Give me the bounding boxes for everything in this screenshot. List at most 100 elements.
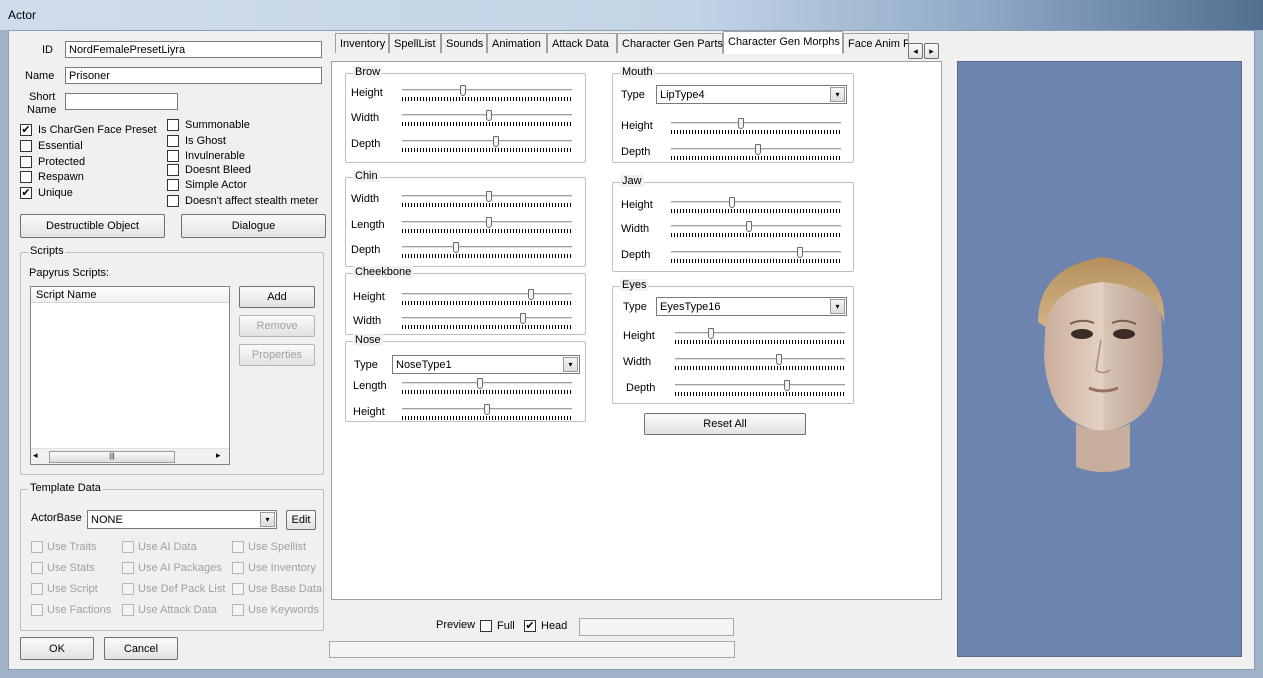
scroll-right-icon[interactable]: ▸ <box>216 450 228 461</box>
chevron-down-icon[interactable]: ▾ <box>260 512 275 527</box>
tab-spelllist[interactable]: SpellList <box>389 33 441 53</box>
unique-checkbox[interactable]: ✔ <box>20 187 32 199</box>
doesnt-bleed-checkbox[interactable] <box>167 164 179 176</box>
tab-face-anim[interactable]: Face Anim F <box>843 33 909 53</box>
preview-head-checkbox[interactable]: ✔ <box>524 620 536 632</box>
chin-width-slider[interactable] <box>402 191 572 209</box>
chin-depth-slider[interactable] <box>402 242 572 260</box>
chin-length-slider[interactable] <box>402 217 572 235</box>
name-field[interactable]: Prisoner <box>65 67 322 84</box>
slider-thumb[interactable] <box>754 144 761 155</box>
actorbase-dropdown[interactable]: NONE ▾ <box>87 510 277 529</box>
use-keywords-checkbox[interactable] <box>232 604 244 616</box>
slider-thumb[interactable] <box>746 221 753 232</box>
use-ai-packages-checkbox[interactable] <box>122 562 134 574</box>
use-script-checkbox[interactable] <box>31 583 43 595</box>
tab-character-gen-morphs[interactable]: Character Gen Morphs <box>723 31 843 54</box>
slider-thumb[interactable] <box>729 197 736 208</box>
tab-sounds[interactable]: Sounds <box>441 33 487 53</box>
brow-height-slider[interactable] <box>402 85 572 103</box>
nose-length-slider[interactable] <box>402 378 572 396</box>
id-field[interactable]: NordFemalePresetLiyra <box>65 41 322 58</box>
slider-thumb[interactable] <box>797 247 804 258</box>
simple-actor-checkbox[interactable] <box>167 179 179 191</box>
mouth-type-dropdown[interactable]: LipType4 ▾ <box>656 85 847 104</box>
head-preview-viewport[interactable] <box>957 61 1242 657</box>
chevron-down-icon[interactable]: ▾ <box>830 299 845 314</box>
slider-thumb[interactable] <box>519 313 526 324</box>
tab-character-gen-parts[interactable]: Character Gen Parts <box>617 33 723 53</box>
use-def-pack-list-checkbox[interactable] <box>122 583 134 595</box>
brow-depth-slider[interactable] <box>402 136 572 154</box>
tab-inventory[interactable]: Inventory <box>335 33 389 53</box>
destructible-object-button[interactable]: Destructible Object <box>20 214 165 238</box>
slider-thumb[interactable] <box>477 378 484 389</box>
nose-type-dropdown[interactable]: NoseType1 ▾ <box>392 355 580 374</box>
slider-thumb[interactable] <box>453 242 460 253</box>
use-attack-data-checkbox[interactable] <box>122 604 134 616</box>
use-spellist-checkbox[interactable] <box>232 541 244 553</box>
slider-thumb[interactable] <box>784 380 791 391</box>
slider-thumb[interactable] <box>528 289 535 300</box>
eyes-depth-slider[interactable] <box>675 380 845 398</box>
brow-width-slider[interactable] <box>402 110 572 128</box>
add-script-button[interactable]: Add <box>239 286 315 308</box>
ok-button[interactable]: OK <box>20 637 94 660</box>
slider-thumb[interactable] <box>485 110 492 121</box>
slider-thumb[interactable] <box>485 217 492 228</box>
mouth-depth-slider[interactable] <box>671 144 841 162</box>
dialogue-button[interactable]: Dialogue <box>181 214 326 238</box>
invulnerable-checkbox[interactable] <box>167 150 179 162</box>
respawn-checkbox[interactable] <box>20 171 32 183</box>
use-ai-data-checkbox[interactable] <box>122 541 134 553</box>
script-name-column-header[interactable]: Script Name <box>31 287 229 303</box>
slider-thumb[interactable] <box>707 328 714 339</box>
use-traits-checkbox[interactable] <box>31 541 43 553</box>
slider-thumb[interactable] <box>775 354 782 365</box>
slider-thumb[interactable] <box>492 136 499 147</box>
remove-script-button[interactable]: Remove <box>239 315 315 337</box>
tab-attack-data[interactable]: Attack Data <box>547 33 617 53</box>
slider-thumb[interactable] <box>485 191 492 202</box>
scripts-list[interactable]: Script Name ◂ ||| ▸ <box>30 286 230 465</box>
scroll-thumb[interactable]: ||| <box>49 451 175 463</box>
eyes-width-slider[interactable] <box>675 354 845 372</box>
reset-all-button[interactable]: Reset All <box>644 413 806 435</box>
cheekbone-height-slider[interactable] <box>402 289 572 307</box>
edit-actorbase-button[interactable]: Edit <box>286 510 316 530</box>
tab-animation[interactable]: Animation <box>487 33 547 53</box>
essential-checkbox[interactable] <box>20 140 32 152</box>
jaw-height-slider[interactable] <box>671 197 841 215</box>
jaw-width-slider[interactable] <box>671 221 841 239</box>
eyes-height-slider[interactable] <box>675 328 845 346</box>
jaw-depth-slider[interactable] <box>671 247 841 265</box>
slider-thumb[interactable] <box>460 85 467 96</box>
cheekbone-width-slider[interactable] <box>402 313 572 331</box>
chevron-down-icon[interactable]: ▾ <box>830 87 845 102</box>
tab-scroll-right-icon[interactable]: ▸ <box>924 43 939 59</box>
nose-height-slider[interactable] <box>402 404 572 422</box>
short-name-field[interactable] <box>65 93 178 110</box>
chargen-face-preset-checkbox[interactable]: ✔ <box>20 124 32 136</box>
slider-thumb[interactable] <box>484 404 490 415</box>
cheekbone-width-label: Width <box>353 315 382 327</box>
is-ghost-checkbox[interactable] <box>167 135 179 147</box>
mouth-height-slider[interactable] <box>671 118 841 136</box>
chevron-down-icon[interactable]: ▾ <box>563 357 578 372</box>
tab-scroll-left-icon[interactable]: ◂ <box>908 43 923 59</box>
summonable-checkbox[interactable] <box>167 119 179 131</box>
eyes-type-dropdown[interactable]: EyesType16 ▾ <box>656 297 847 316</box>
stealth-meter-checkbox[interactable] <box>167 195 179 207</box>
slider-thumb[interactable] <box>737 118 744 129</box>
preview-full-checkbox[interactable] <box>480 620 492 632</box>
use-stats-checkbox[interactable] <box>31 562 43 574</box>
use-inventory-checkbox[interactable] <box>232 562 244 574</box>
title-bar[interactable] <box>0 0 1263 30</box>
scroll-left-icon[interactable]: ◂ <box>33 450 45 461</box>
properties-button[interactable]: Properties <box>239 344 315 366</box>
scripts-hscrollbar[interactable]: ◂ ||| ▸ <box>31 448 229 464</box>
use-factions-checkbox[interactable] <box>31 604 43 616</box>
cancel-button[interactable]: Cancel <box>104 637 178 660</box>
use-base-data-checkbox[interactable] <box>232 583 244 595</box>
protected-checkbox[interactable] <box>20 156 32 168</box>
